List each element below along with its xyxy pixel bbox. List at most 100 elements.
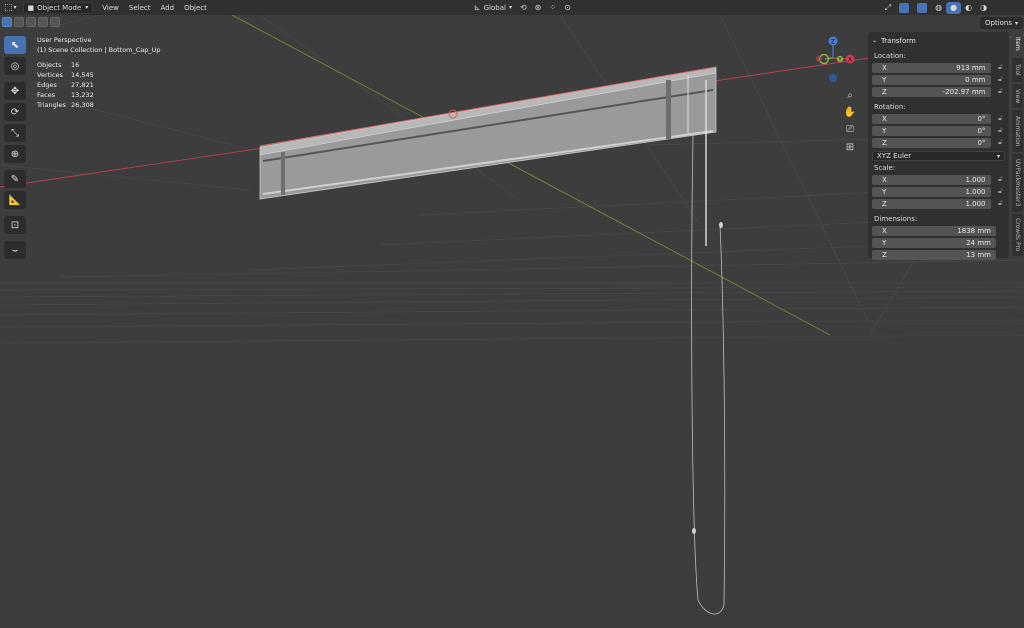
rotation-mode-select[interactable]: XYZ Euler ▾: [872, 151, 1005, 161]
select-new-mode[interactable]: [2, 16, 12, 27]
stat-value: 27,821: [71, 81, 94, 89]
cursor-tool[interactable]: ◎: [4, 57, 26, 75]
location-z-field[interactable]: Z -202.97 mm: [872, 86, 991, 97]
field-value: 24 mm: [966, 238, 991, 247]
stat-row: Edges 27,821: [37, 80, 161, 90]
select-extend-mode[interactable]: [14, 16, 24, 27]
overlay-toggle[interactable]: [895, 2, 913, 14]
orientation-gizmo[interactable]: Z X Y: [808, 34, 860, 86]
rendered-sphere-icon: ◑: [980, 3, 988, 12]
dimensions-z-field[interactable]: Z 13 mm: [872, 249, 996, 260]
stat-row: Vertices 14,545: [37, 70, 161, 80]
annotate-tool[interactable]: ✎: [4, 170, 26, 188]
field-value: 0°: [977, 126, 986, 135]
transform-orientation-selector[interactable]: ⊾ Global ▾: [470, 2, 516, 14]
lock-icon[interactable]: 🔓︎: [996, 63, 1006, 72]
rotation-y-field[interactable]: Y 0°: [872, 125, 991, 136]
wireframe-shading-button[interactable]: ◍: [931, 2, 946, 14]
selection-mode-row: [0, 15, 1024, 28]
rotate-tool[interactable]: ⟳: [4, 103, 26, 121]
scale-y-field[interactable]: Y 1.000: [872, 186, 991, 197]
perspective-toggle-button[interactable]: ⊞: [842, 139, 858, 155]
stat-row: Objects 16: [37, 60, 161, 70]
select-intersect-mode[interactable]: [50, 16, 60, 27]
lock-icon[interactable]: 🔓︎: [996, 175, 1006, 184]
lock-icon[interactable]: 🔓︎: [996, 199, 1006, 208]
chevron-down-icon: ▾: [508, 4, 512, 11]
move-tool[interactable]: ✥: [4, 82, 26, 100]
wireframe-sphere-icon: ◍: [935, 3, 943, 12]
rotation-x-field[interactable]: X 0°: [872, 113, 991, 124]
scale-x-field[interactable]: X 1.000: [872, 174, 991, 185]
dimensions-y-field[interactable]: Y 24 mm: [872, 237, 996, 248]
view-name: User Perspective: [37, 36, 92, 44]
rendered-shading-button[interactable]: ◑: [976, 2, 991, 14]
transform-tool[interactable]: ⊕: [4, 145, 26, 163]
stat-row: Triangles 26,308: [37, 100, 161, 110]
axis-label: X: [882, 226, 887, 235]
scale-y-row: Y 1.000 🔓︎: [872, 186, 1005, 197]
lock-icon[interactable]: 🔓︎: [996, 187, 1006, 196]
tab-view[interactable]: View: [1012, 84, 1023, 108]
tab-crowds-pro[interactable]: Crowds Pro: [1012, 214, 1023, 256]
zoom-button[interactable]: ⌕: [842, 87, 858, 103]
chevron-down-icon: ⌄: [872, 37, 878, 44]
solid-shading-button[interactable]: ●: [946, 1, 962, 14]
location-y-field[interactable]: Y 0 mm: [872, 74, 991, 85]
magnifier-icon: ⌕: [847, 89, 853, 101]
curve-tool[interactable]: ⌣: [4, 241, 26, 259]
orientation-icon: ⊾: [473, 3, 481, 12]
menu-select[interactable]: Select: [124, 4, 156, 12]
cursor-icon: ⬉: [10, 39, 20, 51]
lock-icon[interactable]: 🔓︎: [996, 138, 1006, 147]
tab-tool[interactable]: Tool: [1012, 58, 1023, 82]
overlay-icon: [899, 2, 910, 13]
pan-button[interactable]: ✋: [842, 104, 858, 120]
scale-tool[interactable]: ⤡: [4, 124, 26, 142]
field-value: -202.97 mm: [942, 87, 986, 96]
chevron-down-icon: ▾: [85, 4, 89, 11]
editor-type-button[interactable]: ⬚ ▾: [0, 2, 21, 14]
transform-icon: ⊕: [10, 148, 20, 160]
tab-item[interactable]: Item: [1012, 32, 1023, 56]
dimensions-x-field[interactable]: X 1838 mm: [872, 225, 996, 236]
xray-toggle[interactable]: [913, 2, 931, 14]
tab-animation[interactable]: Animation: [1012, 110, 1023, 152]
stat-label: Faces: [37, 91, 56, 99]
axis-label: Z: [882, 199, 887, 208]
menu-view[interactable]: View: [97, 4, 124, 12]
add-cube-tool[interactable]: ⊡: [4, 216, 26, 234]
proportional-editing-button[interactable]: ⊙: [560, 2, 575, 14]
location-x-row: X 913 mm 🔓︎: [872, 62, 1005, 73]
lock-icon[interactable]: 🔓︎: [996, 114, 1006, 123]
gizmo-visibility-button[interactable]: ⤢: [881, 2, 895, 14]
tab-uvpackmaster3[interactable]: UVPackmaster3: [1012, 154, 1023, 212]
field-value: 0°: [977, 138, 986, 147]
lock-icon[interactable]: 🔓︎: [996, 75, 1006, 84]
select-difference-mode[interactable]: [38, 16, 48, 27]
lock-icon[interactable]: 🔓︎: [996, 126, 1006, 135]
menu-object[interactable]: Object: [179, 4, 212, 12]
options-button[interactable]: Options ▾: [980, 17, 1024, 29]
rotation-z-field[interactable]: Z 0°: [872, 137, 991, 148]
material-shading-button[interactable]: ◐: [961, 2, 976, 14]
snap-toggle[interactable]: ⊛: [531, 2, 546, 14]
pivot-point-button[interactable]: ⟲: [516, 2, 531, 14]
lock-icon[interactable]: 🔓︎: [996, 87, 1006, 96]
transform-panel-header[interactable]: ⌄ Transform: [872, 35, 1005, 46]
grid-icon: ⊞: [845, 141, 855, 153]
snap-target-button[interactable]: ⁘: [545, 2, 560, 14]
camera-icon: ⎚: [846, 123, 854, 135]
location-x-field[interactable]: X 913 mm: [872, 62, 991, 73]
camera-view-button[interactable]: ⎚: [842, 121, 858, 137]
stat-value: 13,232: [71, 91, 94, 99]
select-subtract-mode[interactable]: [26, 16, 36, 27]
orientation-label: Global: [483, 3, 506, 12]
mode-selector[interactable]: ■ Object Mode ▾: [22, 1, 94, 14]
menu-add[interactable]: Add: [156, 4, 180, 12]
scale-z-field[interactable]: Z 1.000: [872, 198, 991, 209]
pivot-icon: ⟲: [519, 3, 527, 12]
tool-shelf: ⬉ ◎ ✥ ⟳ ⤡ ⊕ ✎ 📐 ⊡ ⌣: [4, 36, 28, 262]
select-box-tool[interactable]: ⬉: [4, 36, 26, 54]
measure-tool[interactable]: 📐: [4, 191, 26, 209]
